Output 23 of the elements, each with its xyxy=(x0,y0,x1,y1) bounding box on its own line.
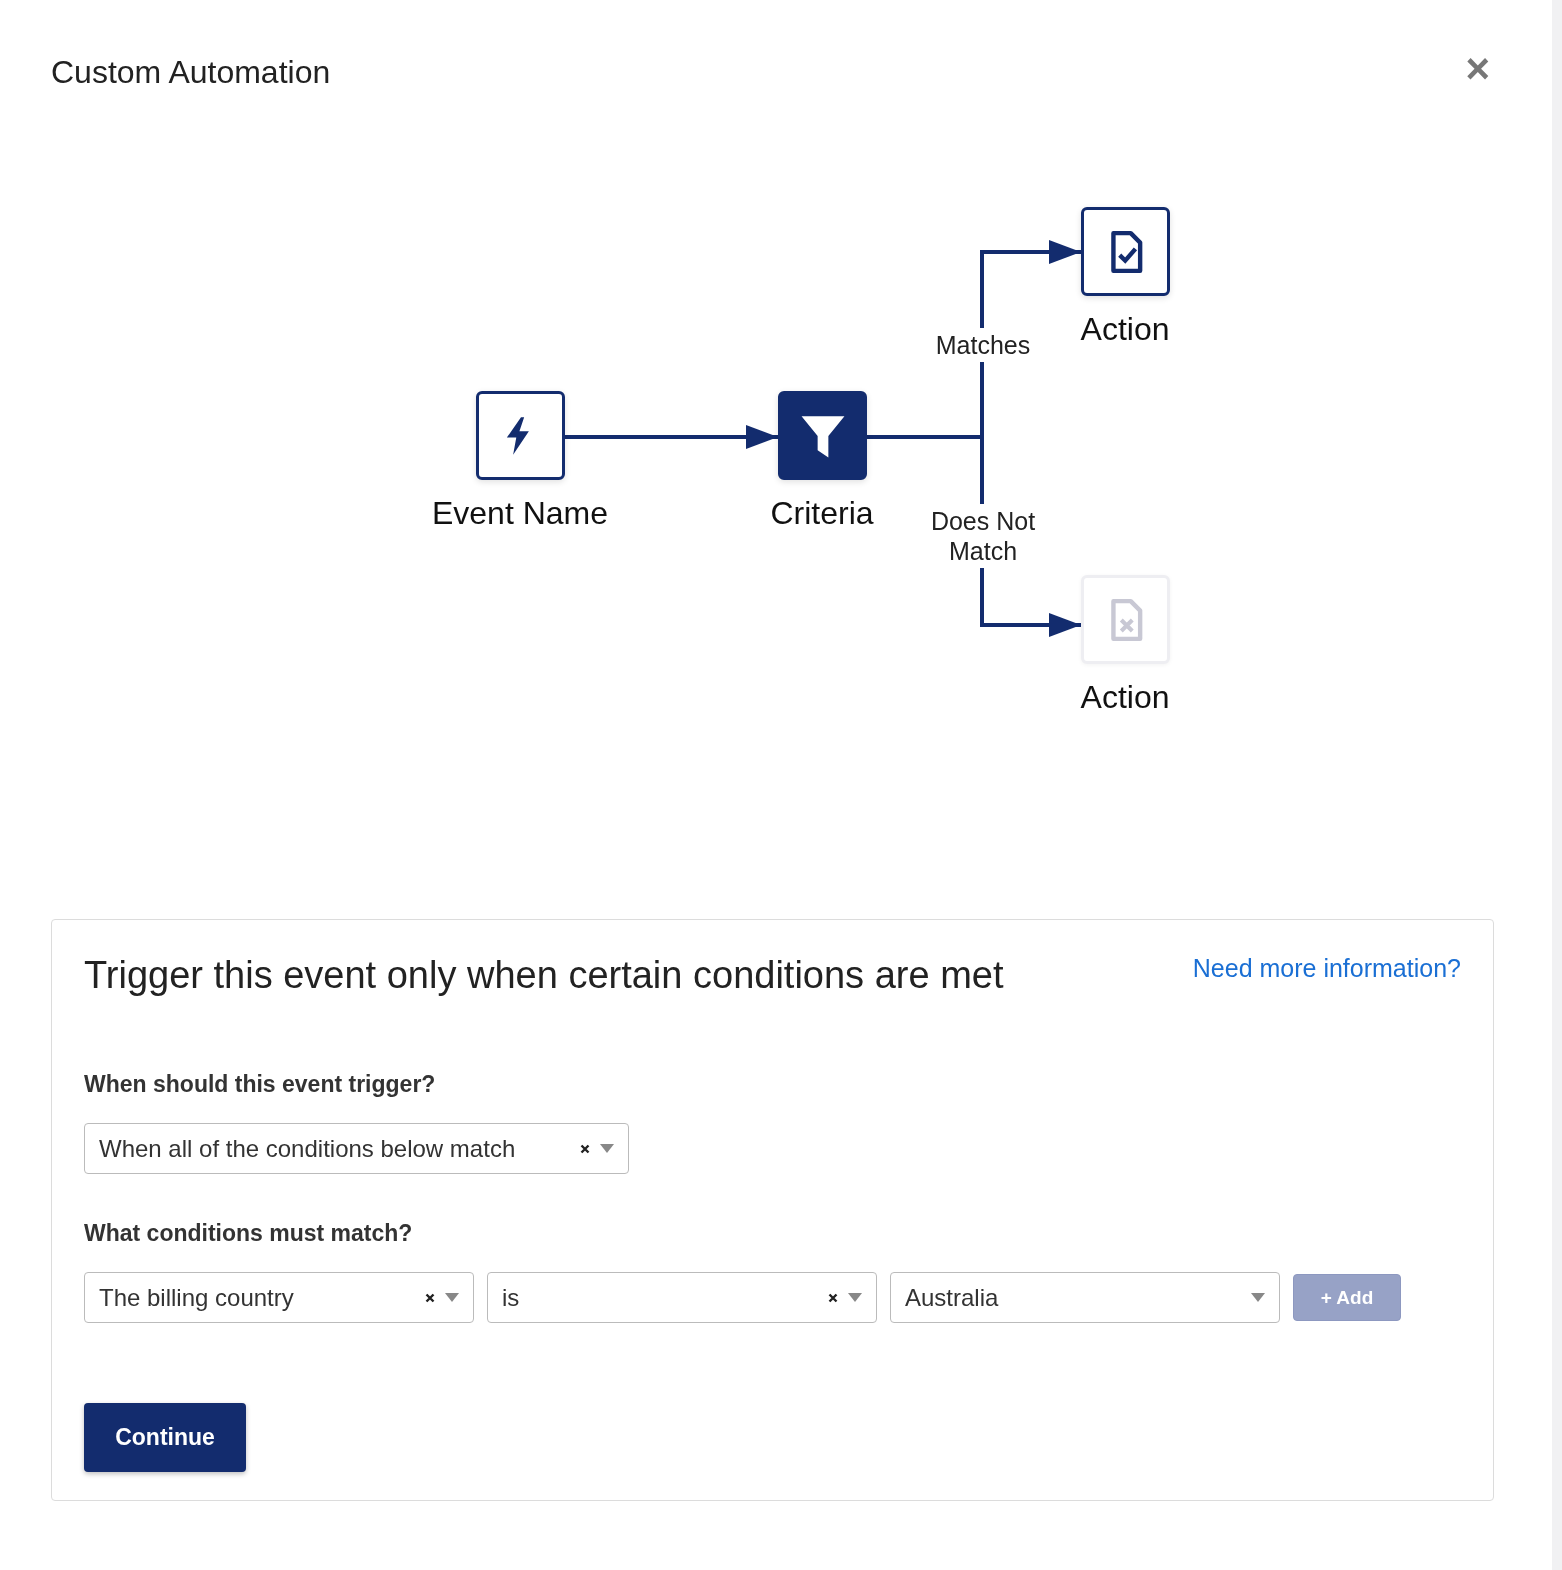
clear-icon[interactable] xyxy=(580,1143,590,1154)
node-box[interactable] xyxy=(476,391,565,480)
clear-icon[interactable] xyxy=(425,1292,435,1303)
clear-icon[interactable] xyxy=(828,1292,838,1303)
dialog-title: Custom Automation xyxy=(51,54,331,91)
node-label: Event Name xyxy=(430,495,610,532)
caret-icon xyxy=(600,1144,614,1153)
node-box[interactable] xyxy=(1081,207,1170,296)
dropdown[interactable]: is xyxy=(487,1272,877,1323)
dropdown[interactable]: The billing country xyxy=(84,1272,474,1323)
help-link[interactable]: Need more information? xyxy=(1192,954,1461,983)
node-box[interactable] xyxy=(778,391,867,480)
field-label: When should this event trigger? xyxy=(84,1071,437,1098)
node-label: Action xyxy=(1079,679,1171,716)
continue-button[interactable]: Continue xyxy=(84,1403,246,1472)
caret-icon xyxy=(1251,1293,1265,1302)
dropdown[interactable]: Australia xyxy=(890,1272,1280,1323)
field-label: What conditions must match? xyxy=(84,1220,414,1247)
caret-icon xyxy=(848,1293,862,1302)
caret-icon xyxy=(445,1293,459,1302)
close-button[interactable]: × xyxy=(1461,48,1494,90)
dropdown[interactable]: When all of the conditions below match xyxy=(84,1123,629,1174)
panel-heading: Trigger this event only when certain conditions are met xyxy=(84,954,1004,997)
